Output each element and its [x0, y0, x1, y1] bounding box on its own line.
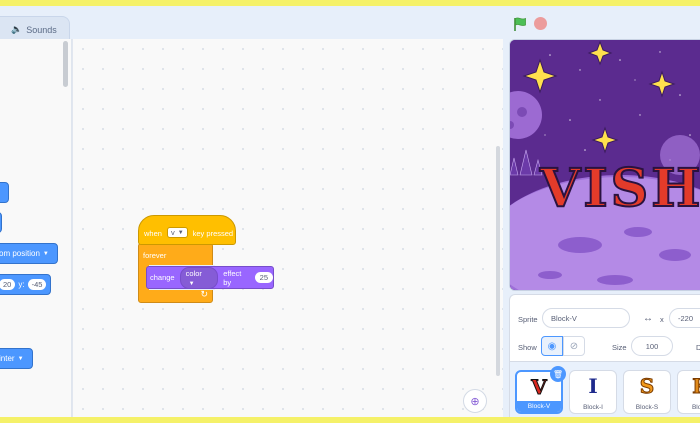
sprite-label: Sprite: [518, 315, 538, 324]
scratch-editor: 🔈 Sounds om position ▼ 20 y: -45 inter ▼…: [0, 6, 700, 417]
effect-value: color: [185, 268, 202, 278]
speaker-icon: 🔈: [11, 24, 23, 34]
go-to-random-position-block[interactable]: om position ▼: [0, 243, 58, 264]
sprite-tile-block-k[interactable]: K Block-: [677, 370, 700, 414]
sprite-tile-name: Block-V: [517, 401, 561, 412]
chevron-down-icon: ▼: [177, 229, 184, 236]
size-field[interactable]: 100: [631, 336, 673, 356]
sprite-thumb: I: [588, 374, 598, 398]
sprite-thumb: K: [678, 374, 700, 399]
chevron-down-icon: ▼: [42, 250, 49, 257]
effect-dropdown[interactable]: color ▼: [179, 266, 219, 289]
sprite-tile-block-s[interactable]: S Block-S: [623, 370, 671, 414]
size-label: Size: [612, 343, 627, 352]
sprite-name-field[interactable]: Block-V: [542, 308, 630, 328]
delete-sprite-button[interactable]: 🗑: [550, 366, 566, 382]
sprite-list: V Block-V I Block-I S Block-S K Block-: [510, 361, 700, 417]
x-arrows-icon: ↔: [643, 313, 653, 324]
x-label: x: [660, 315, 664, 324]
show-visible-button[interactable]: ◉: [541, 336, 563, 356]
when-key-pressed-block[interactable]: when v ▼ key pressed: [138, 215, 236, 245]
point-towards-block[interactable]: inter ▼: [0, 348, 33, 369]
show-label: Show: [518, 343, 537, 352]
trash-icon: 🗑: [552, 369, 564, 379]
eye-slash-icon: ⊘: [569, 340, 579, 352]
show-hidden-button[interactable]: ⊘: [563, 336, 585, 356]
palette-scrollbar[interactable]: [63, 41, 68, 87]
key-value: v: [170, 228, 175, 237]
key-pressed-label: key pressed: [192, 229, 234, 238]
x-value-field[interactable]: 20: [0, 279, 16, 290]
sprite-tile-name: Block-: [691, 404, 700, 411]
position-dropdown-label: om position: [0, 249, 40, 258]
motion-block-partial-2[interactable]: [0, 212, 2, 233]
script-area[interactable]: [72, 39, 503, 417]
motion-block-partial-1[interactable]: [0, 182, 9, 203]
block-palette: om position ▼ 20 y: -45 inter ▼: [0, 39, 72, 417]
sprite-name-value: Block-V: [551, 313, 577, 323]
y-value-field[interactable]: -45: [27, 279, 47, 290]
forever-label: forever: [143, 251, 167, 260]
y-label: y:: [18, 280, 25, 289]
sprite-tile-block-i[interactable]: I Block-I: [569, 370, 617, 414]
chevron-down-icon: ▼: [17, 355, 24, 362]
pointer-dropdown-label: inter: [0, 354, 15, 363]
change-effect-block[interactable]: change color ▼ effect by 25: [146, 266, 274, 289]
direction-label-partial: D: [696, 343, 700, 352]
eye-icon: ◉: [547, 340, 557, 352]
x-position-value: -220: [678, 313, 694, 323]
effect-by-label: effect by: [223, 268, 242, 287]
size-value: 100: [645, 341, 659, 351]
green-flag-icon[interactable]: [512, 16, 528, 32]
when-label: when: [144, 229, 162, 238]
sprite-tile-name: Block-S: [635, 404, 659, 411]
stop-button[interactable]: [534, 17, 547, 30]
go-to-xy-block[interactable]: 20 y: -45: [0, 274, 51, 295]
loop-arrow-icon: ↻: [200, 289, 208, 299]
change-label: change: [150, 273, 175, 282]
x-position-field[interactable]: -220: [669, 308, 700, 328]
sprite-tile-name: Block-I: [583, 404, 603, 411]
sprite-info-pane: Sprite Block-V ↔ x -220 Show ◉ ⊘ Size 10…: [509, 294, 700, 417]
stage-sprite-text: VISH: [539, 157, 700, 220]
script-area-scrollbar[interactable]: [496, 146, 500, 376]
tab-strip: 🔈 Sounds: [0, 6, 505, 42]
effect-amount-field[interactable]: 25: [254, 272, 273, 283]
stage[interactable]: VISH: [509, 39, 700, 291]
chevron-down-icon: ▼: [188, 280, 195, 287]
stage-title-text: VISH: [539, 157, 700, 220]
sprite-thumb: S: [639, 374, 655, 399]
zoom-in-button[interactable]: ⊕: [463, 389, 487, 413]
key-dropdown[interactable]: v ▼: [166, 227, 188, 238]
zoom-in-icon: ⊕: [470, 395, 480, 408]
tab-sounds-label: Sounds: [26, 24, 57, 35]
